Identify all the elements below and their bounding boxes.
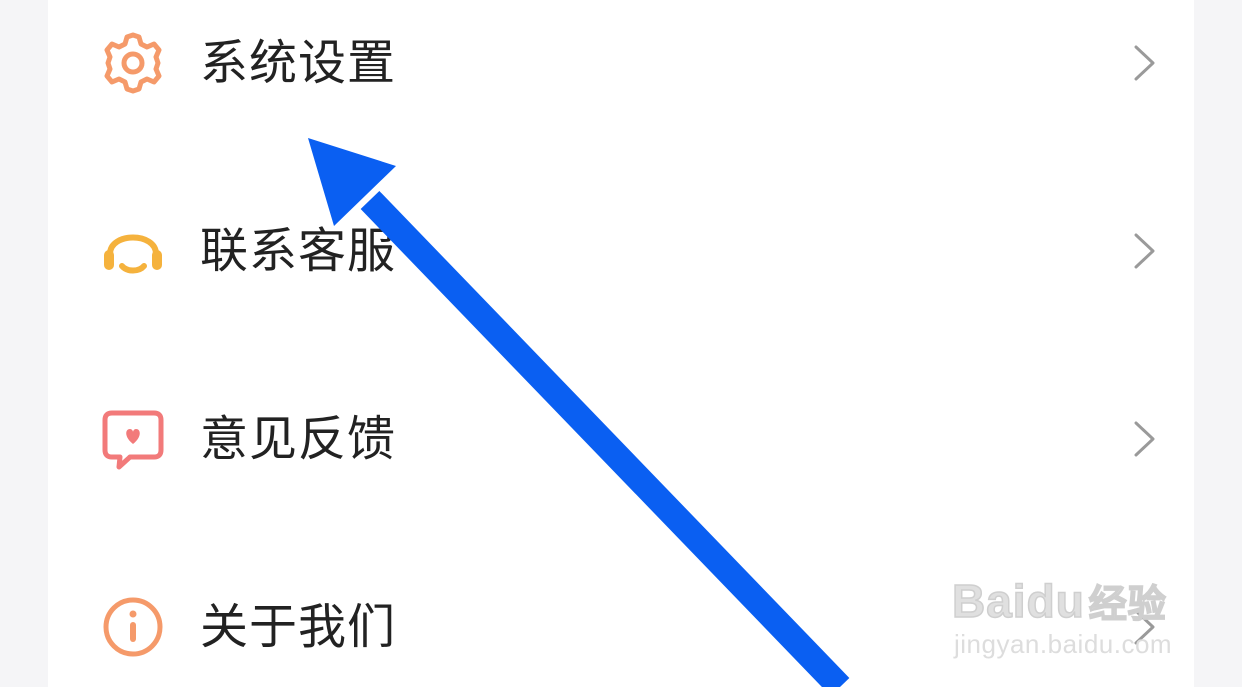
menu-item-label: 联系客服 (200, 223, 397, 279)
chevron-right-icon (1134, 233, 1155, 269)
chevron-right-icon (1134, 45, 1155, 81)
menu-item-system-settings[interactable]: 系统设置 (48, 0, 1194, 120)
menu-item-customer-service[interactable]: 联系客服 (48, 188, 1194, 308)
chevron-right-icon (1134, 421, 1155, 457)
menu-item-label: 意见反馈 (200, 411, 397, 467)
menu-item-about-us[interactable]: 关于我们 (48, 564, 1194, 684)
gear-icon (104, 32, 162, 94)
chevron-right-icon (1134, 609, 1155, 645)
menu-item-feedback[interactable]: 意见反馈 (48, 376, 1194, 496)
menu-item-label: 系统设置 (200, 35, 397, 91)
info-icon (103, 597, 163, 657)
menu-item-label: 关于我们 (200, 599, 397, 655)
chat-heart-icon (102, 410, 164, 470)
headset-icon (104, 234, 162, 274)
